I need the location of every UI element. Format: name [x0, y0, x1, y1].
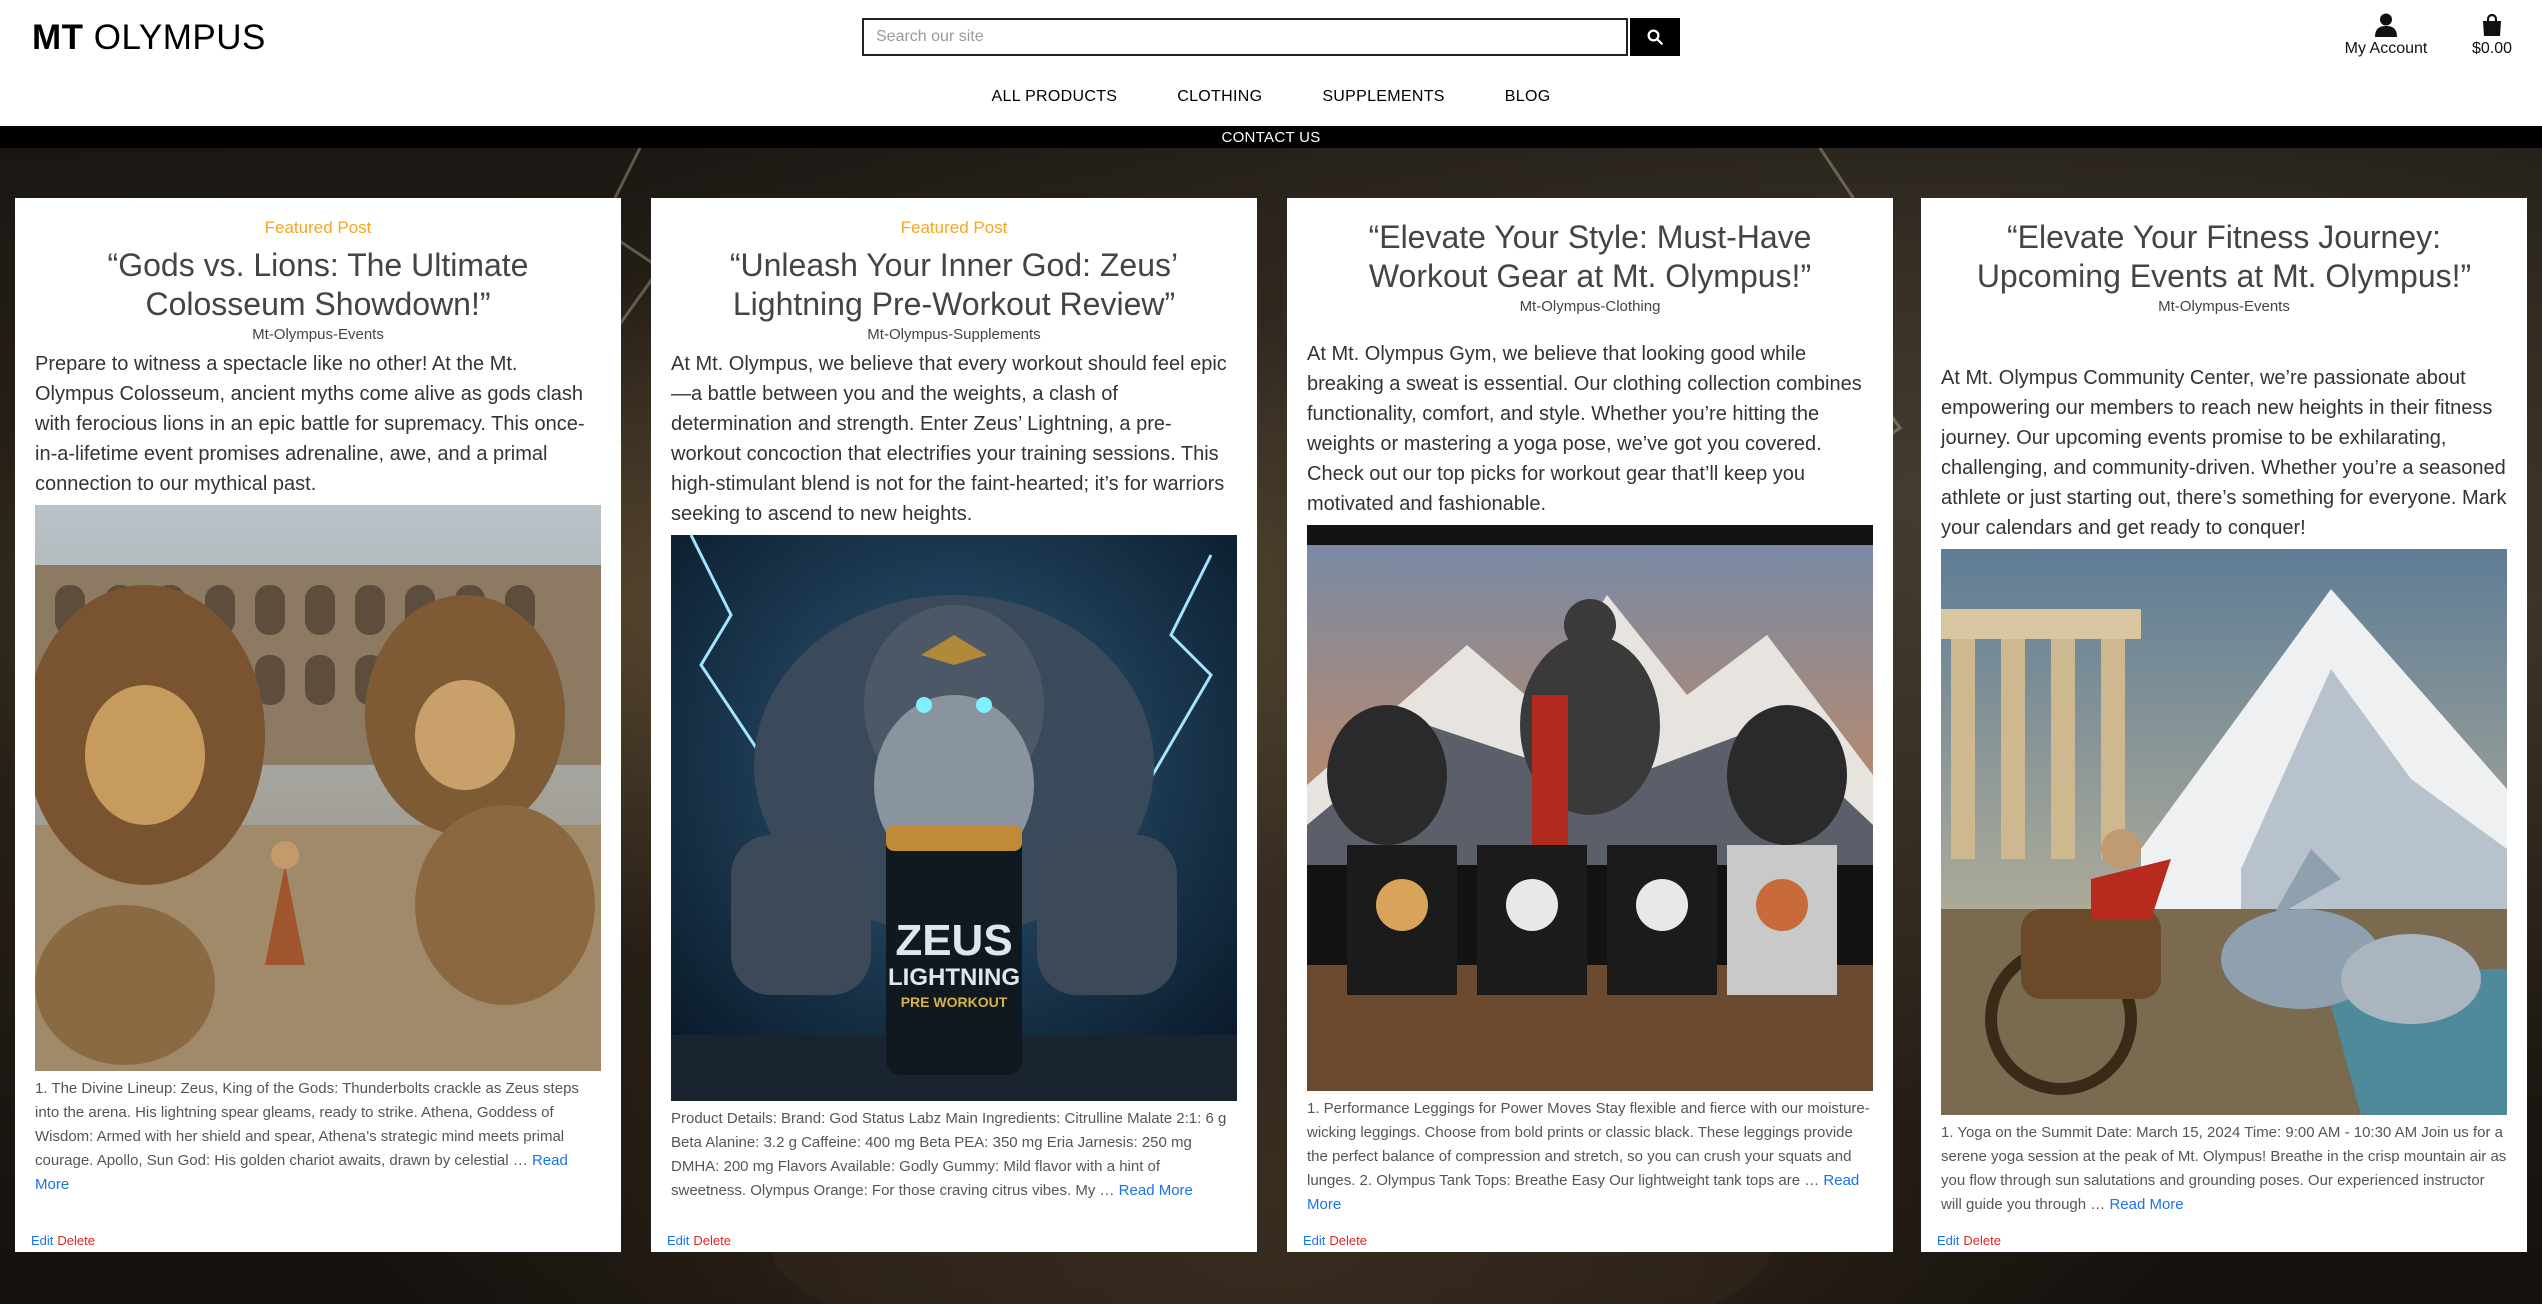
edit-link[interactable]: Edit: [1937, 1233, 1959, 1248]
zeus-lightning-image: ZEUS LIGHTNING PRE WORKOUT: [671, 535, 1237, 1101]
post-image[interactable]: [35, 505, 601, 1071]
post-image[interactable]: [1941, 549, 2507, 1115]
delete-link[interactable]: Delete: [1329, 1233, 1367, 1248]
post-actions: Edit Delete: [1937, 1233, 2001, 1248]
post-actions: Edit Delete: [1303, 1233, 1367, 1248]
nav-supplements[interactable]: SUPPLEMENTS: [1322, 84, 1444, 110]
site-header: MT OLYMPUS My Account $0.00: [0, 0, 2542, 126]
search-icon: [1647, 29, 1663, 45]
post-intro: Prepare to witness a spectacle like no o…: [35, 353, 585, 495]
product-label-main: ZEUS: [895, 916, 1012, 965]
site-logo[interactable]: MT OLYMPUS: [32, 18, 266, 58]
post-excerpt: 1. The Divine Lineup: Zeus, King of the …: [35, 1077, 601, 1197]
main-nav: ALL PRODUCTS CLOTHING SUPPLEMENTS BLOG: [0, 84, 2542, 110]
post-excerpt: Product Details: Brand: God Status Labz …: [671, 1107, 1237, 1203]
blog-card: Featured Post “Gods vs. Lions: The Ultim…: [15, 198, 621, 1252]
excerpt-text: 1. The Divine Lineup: Zeus, King of the …: [35, 1080, 579, 1169]
delete-link[interactable]: Delete: [57, 1233, 95, 1248]
product-label-sub: LIGHTNING: [888, 964, 1020, 991]
edit-link[interactable]: Edit: [1303, 1233, 1325, 1248]
post-category: Mt-Olympus-Clothing: [1519, 298, 1661, 315]
post-excerpt: 1. Performance Leggings for Power Moves …: [1307, 1097, 1873, 1217]
workout-gear-image: [1307, 525, 1873, 1091]
nav-blog[interactable]: BLOG: [1505, 84, 1551, 110]
nav-contact-us[interactable]: CONTACT US: [1221, 129, 1320, 146]
edit-link[interactable]: Edit: [31, 1233, 53, 1248]
product-label-type: PRE WORKOUT: [901, 994, 1008, 1010]
featured-badge: Featured Post: [264, 218, 372, 237]
nav-clothing[interactable]: CLOTHING: [1177, 84, 1262, 110]
post-image[interactable]: [1307, 525, 1873, 1091]
read-more-link[interactable]: Read More: [2109, 1196, 2183, 1213]
user-icon: [2375, 13, 2397, 37]
delete-link[interactable]: Delete: [1963, 1233, 2001, 1248]
my-account-label: My Account: [2344, 40, 2428, 57]
post-category: Mt-Olympus-Events: [252, 326, 384, 343]
logo-bold-text: MT: [32, 18, 84, 57]
post-actions: Edit Delete: [31, 1233, 95, 1248]
colosseum-lions-image: [35, 505, 601, 1071]
post-title[interactable]: “Elevate Your Fitness Journey: Upcoming …: [1941, 218, 2507, 296]
post-title[interactable]: “Elevate Your Style: Must-Have Workout G…: [1307, 218, 1873, 296]
edit-link[interactable]: Edit: [667, 1233, 689, 1248]
post-actions: Edit Delete: [667, 1233, 731, 1248]
post-excerpt: 1. Yoga on the Summit Date: March 15, 20…: [1941, 1121, 2507, 1217]
excerpt-text: 1. Yoga on the Summit Date: March 15, 20…: [1941, 1124, 2507, 1213]
post-category: Mt-Olympus-Events: [2158, 298, 2290, 315]
post-intro: At Mt. Olympus Gym, we believe that look…: [1307, 343, 1862, 515]
read-more-link[interactable]: Read More: [1119, 1182, 1193, 1199]
blog-card: “Elevate Your Style: Must-Have Workout G…: [1287, 198, 1893, 1252]
post-intro: At Mt. Olympus, we believe that every wo…: [671, 353, 1227, 525]
secondary-nav: CONTACT US: [0, 126, 2542, 148]
nav-all-products[interactable]: ALL PRODUCTS: [992, 84, 1118, 110]
post-image[interactable]: ZEUS LIGHTNING PRE WORKOUT: [671, 535, 1237, 1101]
bag-total: $0.00: [2471, 40, 2513, 57]
search-button[interactable]: [1630, 18, 1680, 56]
post-intro: At Mt. Olympus Community Center, we’re p…: [1941, 367, 2507, 539]
logo-light-text: OLYMPUS: [93, 18, 266, 57]
excerpt-text: 1. Performance Leggings for Power Moves …: [1307, 1100, 1870, 1189]
shopping-bag-icon: [2483, 14, 2501, 36]
post-category: Mt-Olympus-Supplements: [867, 326, 1041, 343]
shopping-bag-link[interactable]: $0.00: [2462, 12, 2522, 58]
chariot-mountain-image: [1941, 549, 2507, 1115]
blog-card: Featured Post “Unleash Your Inner God: Z…: [651, 198, 1257, 1252]
post-title[interactable]: “Gods vs. Lions: The Ultimate Colosseum …: [35, 246, 601, 324]
search-bar: [862, 18, 1680, 56]
my-account-link[interactable]: My Account: [2338, 12, 2434, 58]
delete-link[interactable]: Delete: [693, 1233, 731, 1248]
blog-card: “Elevate Your Fitness Journey: Upcoming …: [1921, 198, 2527, 1252]
post-title[interactable]: “Unleash Your Inner God: Zeus’ Lightning…: [671, 246, 1237, 324]
search-input[interactable]: [862, 18, 1628, 56]
featured-badge: Featured Post: [900, 218, 1008, 237]
